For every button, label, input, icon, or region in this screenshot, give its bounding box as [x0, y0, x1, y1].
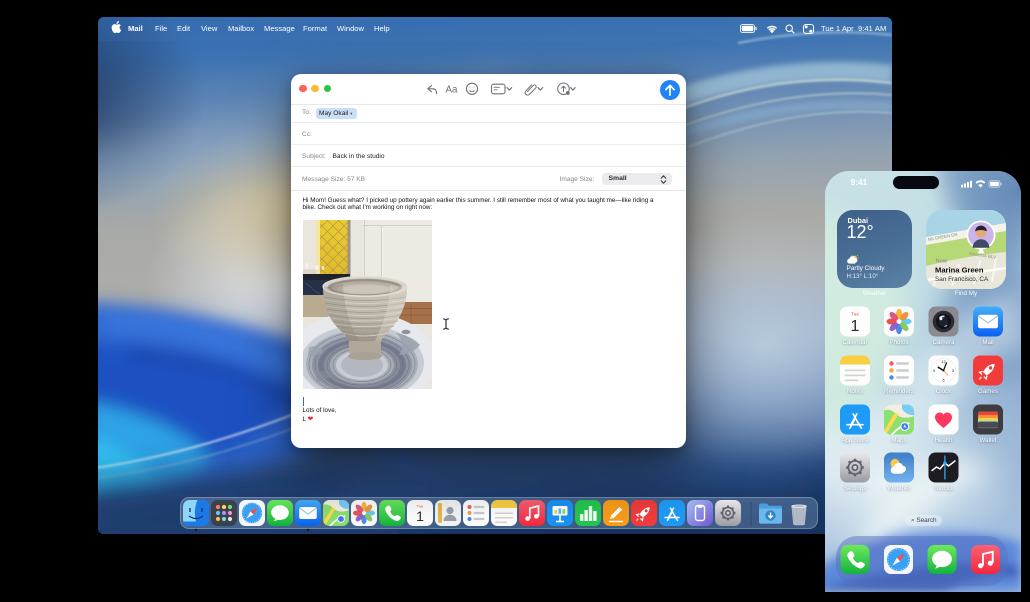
svg-text:1: 1: [416, 508, 424, 524]
svg-text:Aa: Aa: [445, 85, 458, 96]
